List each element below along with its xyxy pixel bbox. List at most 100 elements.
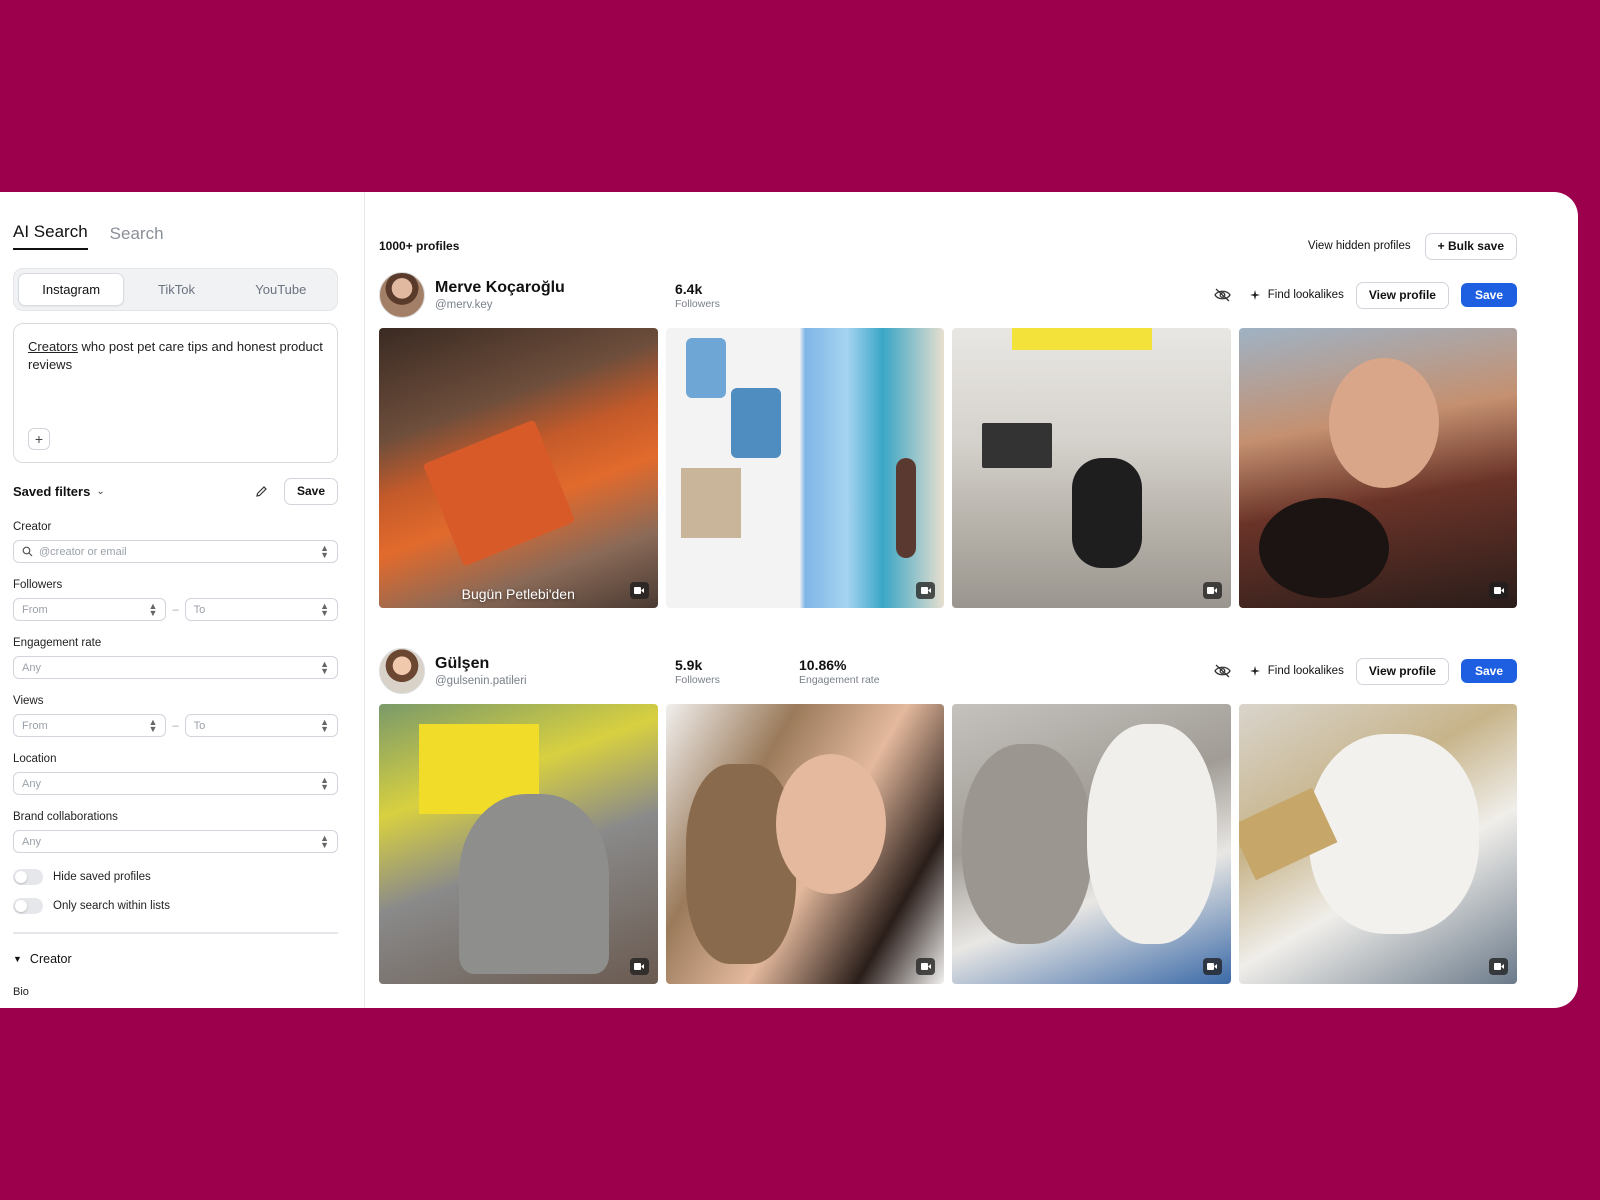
views-from-select[interactable]: From ▲ ▼	[13, 714, 167, 737]
save-filters-button[interactable]: Save	[283, 477, 338, 505]
face-shape	[1328, 358, 1439, 488]
media-thumbnail[interactable]	[1238, 704, 1517, 984]
hide-saved-toggle[interactable]	[13, 869, 43, 885]
sparkle-icon	[1249, 666, 1260, 676]
creator-search-input[interactable]: @creator or email ▲ ▼	[13, 540, 338, 563]
engagement-filter-label: Engagement rate	[13, 637, 102, 649]
video-icon	[1489, 582, 1508, 599]
tab-search[interactable]: Search	[110, 224, 164, 250]
view-profile-button[interactable]: View profile	[1355, 657, 1449, 685]
banner-shape	[1012, 328, 1152, 350]
creator-section-toggle[interactable]: ▼ Creator	[13, 952, 338, 966]
only-lists-toggle[interactable]	[13, 898, 43, 914]
cat-shape	[1087, 724, 1217, 944]
eye-off-icon[interactable]	[1214, 662, 1232, 680]
followers-value: 5.9k	[675, 656, 703, 673]
profile-card: Merve Koçaroğlu @merv.key 6.4k Followers…	[379, 270, 1517, 608]
updown-icon: ▲ ▼	[320, 716, 329, 734]
engagement-label: Engagement rate	[799, 673, 880, 686]
video-icon	[629, 582, 649, 599]
tab-youtube[interactable]: YouTube	[229, 273, 333, 306]
profile-name[interactable]: Gülşen	[435, 655, 675, 673]
profile-handle: @gulsenin.patileri	[435, 675, 527, 687]
location-filter-label: Location	[13, 753, 57, 765]
tab-tiktok[interactable]: TikTok	[124, 273, 228, 306]
followers-to-value: To	[193, 603, 206, 616]
engagement-value: 10.86%	[799, 656, 847, 673]
media-thumbnail[interactable]	[952, 704, 1231, 984]
updown-icon: ▲ ▼	[320, 774, 329, 792]
followers-to-select[interactable]: To ▲ ▼	[184, 598, 338, 621]
view-profile-button[interactable]: View profile	[1355, 281, 1449, 309]
bio-label: Bio	[13, 986, 29, 998]
cat-shape	[962, 744, 1092, 944]
profile-info: Gülşen @gulsenin.patileri	[435, 655, 675, 687]
range-dash: –	[172, 719, 179, 732]
saved-filters-row: Saved filters ⌄ Save	[13, 477, 338, 505]
chevron-down-icon: ⌄	[96, 485, 105, 497]
collage-letter-shape	[680, 468, 741, 538]
engagement-stat: 10.86% Engagement rate	[799, 657, 923, 686]
media-thumbnail[interactable]	[952, 328, 1231, 608]
add-attachment-button[interactable]: +	[28, 428, 50, 450]
prompt-highlight: Creators	[28, 339, 78, 354]
cat-shape	[459, 794, 609, 974]
updown-icon: ▲ ▼	[148, 600, 158, 618]
engagement-value: Any	[22, 661, 41, 674]
view-hidden-profiles-button[interactable]: View hidden profiles	[1308, 240, 1411, 252]
profile-card: Gülşen @gulsenin.patileri 5.9k Followers…	[379, 646, 1517, 984]
video-icon	[1202, 958, 1222, 975]
bulk-save-button[interactable]: + Bulk save	[1424, 232, 1517, 260]
followers-filter-label: Followers	[13, 579, 63, 591]
find-lookalikes-button[interactable]: Find lookalikes	[1249, 289, 1344, 301]
cat-shape	[685, 764, 796, 964]
brand-select[interactable]: Any ▲ ▼	[13, 830, 338, 853]
media-thumbnail[interactable]	[665, 704, 944, 984]
profile-name[interactable]: Merve Koçaroğlu	[435, 279, 675, 297]
avatar[interactable]	[379, 648, 425, 694]
media-thumbnail[interactable]	[665, 328, 944, 608]
sidebar-divider	[13, 932, 338, 934]
save-profile-button[interactable]: Save	[1460, 659, 1517, 683]
media-thumbnail[interactable]	[1238, 328, 1517, 608]
dog-shape	[1258, 498, 1389, 598]
person-shape	[895, 458, 916, 558]
mode-tabs: AI Search Search	[13, 218, 338, 250]
sparkle-icon	[1249, 290, 1260, 300]
profile-header: Gülşen @gulsenin.patileri 5.9k Followers…	[379, 646, 1517, 696]
video-icon	[916, 958, 935, 975]
updown-icon: ▲ ▼	[320, 832, 329, 850]
video-icon	[1202, 582, 1222, 599]
media-thumbnail[interactable]: Bugün Petlebi'den	[379, 328, 658, 608]
video-icon	[916, 582, 935, 599]
engagement-select[interactable]: Any ▲ ▼	[13, 656, 338, 679]
results-panel: 1000+ profiles View hidden profiles + Bu…	[365, 192, 1578, 1008]
media-caption: Bugün Petlebi'den	[461, 586, 575, 602]
ai-prompt-input[interactable]: Creators who post pet care tips and hone…	[13, 323, 338, 463]
followers-label: Followers	[675, 673, 720, 686]
plus-icon: +	[34, 431, 44, 447]
search-icon	[22, 546, 33, 557]
media-row	[379, 704, 1517, 984]
creator-filter-label: Creator	[13, 521, 52, 533]
saved-filters-dropdown[interactable]: Saved filters	[13, 484, 90, 499]
filter-sidebar: AI Search Search Instagram TikTok YouTub…	[0, 192, 365, 1008]
save-profile-button[interactable]: Save	[1460, 283, 1517, 307]
eye-off-icon[interactable]	[1214, 286, 1232, 304]
updown-icon: ▲ ▼	[320, 542, 329, 560]
pencil-icon[interactable]	[254, 483, 270, 499]
tv-shape	[982, 423, 1052, 468]
media-thumbnail[interactable]	[379, 704, 658, 984]
followers-from-select[interactable]: From ▲ ▼	[13, 598, 167, 621]
views-to-select[interactable]: To ▲ ▼	[184, 714, 338, 737]
tab-instagram[interactable]: Instagram	[18, 273, 125, 306]
hide-saved-label: Hide saved profiles	[53, 871, 151, 883]
updown-icon: ▲ ▼	[320, 600, 329, 618]
media-row: Bugün Petlebi'den	[379, 328, 1517, 608]
tab-ai-search[interactable]: AI Search	[13, 222, 88, 250]
location-select[interactable]: Any ▲ ▼	[13, 772, 338, 795]
find-lookalikes-button[interactable]: Find lookalikes	[1249, 665, 1344, 677]
only-lists-row: Only search within lists	[13, 898, 338, 914]
topbar-actions: View hidden profiles + Bulk save	[1308, 232, 1517, 260]
avatar[interactable]	[379, 272, 425, 318]
